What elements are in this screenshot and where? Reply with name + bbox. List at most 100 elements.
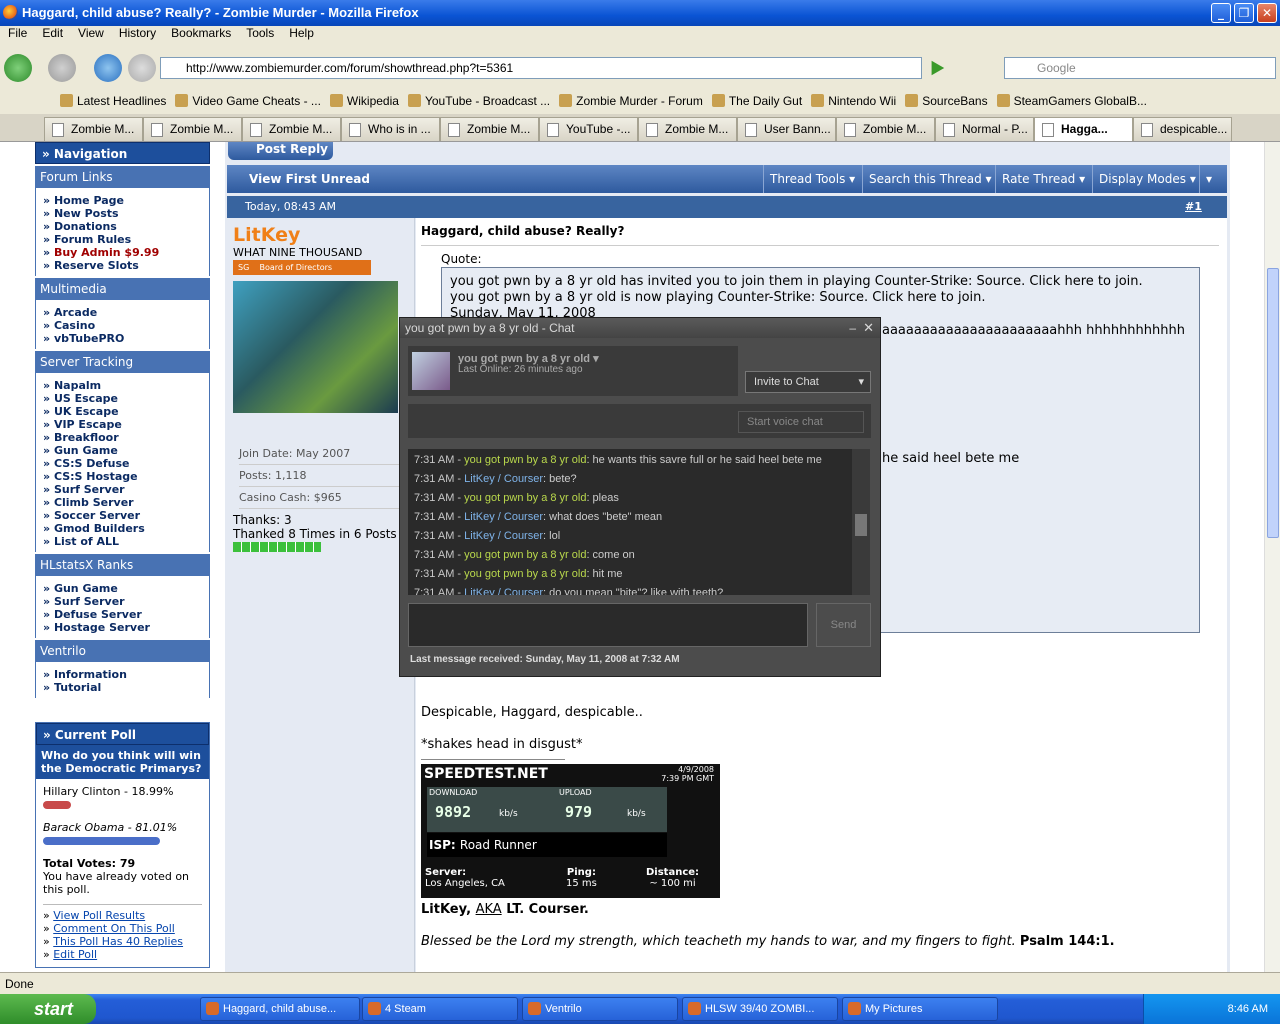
tab[interactable]: Zombie M... xyxy=(242,117,341,141)
chat-message: 7:31 AM - LitKey / Courser: bete? xyxy=(414,473,577,485)
sidebar-link[interactable]: Gun Game xyxy=(43,444,209,457)
menu-help[interactable]: Help xyxy=(281,26,321,40)
speedtest-image: SPEEDTEST.NET 4/9/2008 7:39 PM GMT DOWNLO… xyxy=(421,764,720,898)
sidebar-link[interactable]: Arcade xyxy=(43,306,209,319)
sidebar-link[interactable]: Donations xyxy=(43,220,209,233)
rate-thread-menu[interactable]: Rate Thread ▾ xyxy=(995,165,1091,193)
poll-header[interactable]: » Current Poll xyxy=(36,723,209,745)
menu-edit[interactable]: Edit xyxy=(34,26,70,40)
bookmark-item[interactable]: Latest Headlines xyxy=(60,88,166,114)
minimize-icon[interactable]: – xyxy=(849,318,856,338)
task-ventrilo[interactable]: Ventrilo xyxy=(522,997,678,1021)
url-bar[interactable]: http://www.zombiemurder.com/forum/showth… xyxy=(160,57,922,79)
sidebar-link[interactable]: Casino xyxy=(43,319,209,332)
back-icon[interactable] xyxy=(4,54,32,82)
tab[interactable]: Zombie M... xyxy=(638,117,737,141)
tab[interactable]: Zombie M... xyxy=(836,117,935,141)
menu-tools[interactable]: Tools xyxy=(238,26,281,40)
task-steam[interactable]: 4 Steam xyxy=(362,997,518,1021)
tab[interactable]: Zombie M... xyxy=(44,117,143,141)
tab[interactable]: despicable... xyxy=(1133,117,1232,141)
poll-link[interactable]: View Poll Results xyxy=(53,909,145,922)
bookmark-item[interactable]: The Daily Gut xyxy=(711,88,802,114)
task-firefox[interactable]: Haggard, child abuse... xyxy=(200,997,360,1021)
start-button[interactable]: start xyxy=(0,994,96,1024)
sidebar-link[interactable]: Surf Server xyxy=(43,595,209,608)
tab[interactable]: Who is in ... xyxy=(341,117,440,141)
sidebar-link[interactable]: Napalm xyxy=(43,379,209,392)
sidebar-link[interactable]: Gmod Builders xyxy=(43,522,209,535)
start-voice-chat-button[interactable]: Start voice chat xyxy=(738,411,864,433)
sidebar-link[interactable]: Hostage Server xyxy=(43,621,209,634)
chat-message-input[interactable] xyxy=(408,603,808,647)
poll-link[interactable]: This Poll Has 40 Replies xyxy=(53,935,183,948)
sidebar-link[interactable]: Soccer Server xyxy=(43,509,209,522)
sidebar-link[interactable]: UK Escape xyxy=(43,405,209,418)
tab[interactable]: Zombie M... xyxy=(440,117,539,141)
tab[interactable]: YouTube -... xyxy=(539,117,638,141)
task-hlsw[interactable]: HLSW 39/40 ZOMBI... xyxy=(682,997,838,1021)
sidebar-link[interactable]: CS:S Hostage xyxy=(43,470,209,483)
forum-sidebar: » Navigation Forum Links Home Page New P… xyxy=(35,142,210,972)
sidebar-link[interactable]: US Escape xyxy=(43,392,209,405)
poll-link[interactable]: Comment On This Poll xyxy=(53,922,175,935)
sidebar-link[interactable]: CS:S Defuse xyxy=(43,457,209,470)
bookmark-item[interactable]: Video Game Cheats - ... xyxy=(175,88,321,114)
bookmark-item[interactable]: SourceBans xyxy=(905,88,988,114)
sidebar-link[interactable]: Information xyxy=(43,668,209,681)
send-button[interactable]: Send xyxy=(816,603,871,647)
menu-history[interactable]: History xyxy=(111,26,163,40)
sidebar-link[interactable]: List of ALL xyxy=(43,535,209,548)
close-button[interactable]: ✕ xyxy=(1257,3,1277,23)
navigation-header[interactable]: » Navigation xyxy=(35,142,210,164)
close-icon[interactable]: ✕ xyxy=(863,318,874,338)
menu-file[interactable]: File xyxy=(0,26,34,40)
post-reply-button[interactable]: Post Reply xyxy=(228,142,333,160)
tab[interactable]: Zombie M... xyxy=(143,117,242,141)
stop-icon[interactable] xyxy=(128,54,156,82)
invite-to-chat-dropdown[interactable]: Invite to Chat ▾ xyxy=(745,371,871,393)
sidebar-link[interactable]: Buy Admin $9.99 xyxy=(43,246,209,259)
sidebar-link[interactable]: vbTubePRO xyxy=(43,332,209,345)
sidebar-link[interactable]: Gun Game xyxy=(43,582,209,595)
tab[interactable]: User Bann... xyxy=(737,117,836,141)
view-first-unread[interactable]: View First Unread xyxy=(227,172,370,186)
sidebar-link[interactable]: VIP Escape xyxy=(43,418,209,431)
sidebar-link[interactable]: Breakfloor xyxy=(43,431,209,444)
chevron-down-icon[interactable]: ▾ xyxy=(1199,165,1218,193)
menu-view[interactable]: View xyxy=(70,26,111,40)
sidebar-link[interactable]: Home Page xyxy=(43,194,209,207)
page-scrollbar[interactable] xyxy=(1264,142,1280,972)
minimize-button[interactable]: _ xyxy=(1211,3,1231,23)
reload-icon[interactable] xyxy=(94,54,122,82)
chat-scrollbar[interactable] xyxy=(852,449,870,595)
username[interactable]: LitKey xyxy=(227,218,414,246)
search-input[interactable]: Google xyxy=(1004,57,1276,79)
task-my-pictures[interactable]: My Pictures xyxy=(842,997,998,1021)
tab-active[interactable]: Hagga... xyxy=(1034,117,1133,141)
tab[interactable]: Normal - P... xyxy=(935,117,1034,141)
forward-icon[interactable] xyxy=(48,54,76,82)
poll-link[interactable]: Edit Poll xyxy=(53,948,97,961)
sidebar-link[interactable]: Defuse Server xyxy=(43,608,209,621)
sidebar-link[interactable]: Climb Server xyxy=(43,496,209,509)
sidebar-link[interactable]: Forum Rules xyxy=(43,233,209,246)
menu-bookmarks[interactable]: Bookmarks xyxy=(163,26,238,40)
join-date: Join Date: May 2007 xyxy=(239,443,408,465)
post-number[interactable]: #1 xyxy=(1185,196,1202,218)
sidebar-link[interactable]: New Posts xyxy=(43,207,209,220)
sidebar-link[interactable]: Surf Server xyxy=(43,483,209,496)
bookmark-item[interactable]: SteamGamers GlobalB... xyxy=(996,88,1147,114)
sidebar-link[interactable]: Tutorial xyxy=(43,681,209,694)
bookmark-item[interactable]: Wikipedia xyxy=(329,88,399,114)
bookmark-item[interactable]: Zombie Murder - Forum xyxy=(559,88,703,114)
last-online: Last Online: 26 minutes ago xyxy=(458,364,583,375)
thread-tools-menu[interactable]: Thread Tools ▾ xyxy=(763,165,861,193)
bookmark-item[interactable]: Nintendo Wii xyxy=(811,88,896,114)
maximize-button[interactable]: ❐ xyxy=(1234,3,1254,23)
search-thread-menu[interactable]: Search this Thread ▾ xyxy=(862,165,998,193)
bookmarks-toolbar: Latest Headlines Video Game Cheats - ... W… xyxy=(0,88,1280,114)
display-modes-menu[interactable]: Display Modes ▾ xyxy=(1092,165,1202,193)
sidebar-link[interactable]: Reserve Slots xyxy=(43,259,209,272)
bookmark-item[interactable]: YouTube - Broadcast ... xyxy=(407,88,550,114)
